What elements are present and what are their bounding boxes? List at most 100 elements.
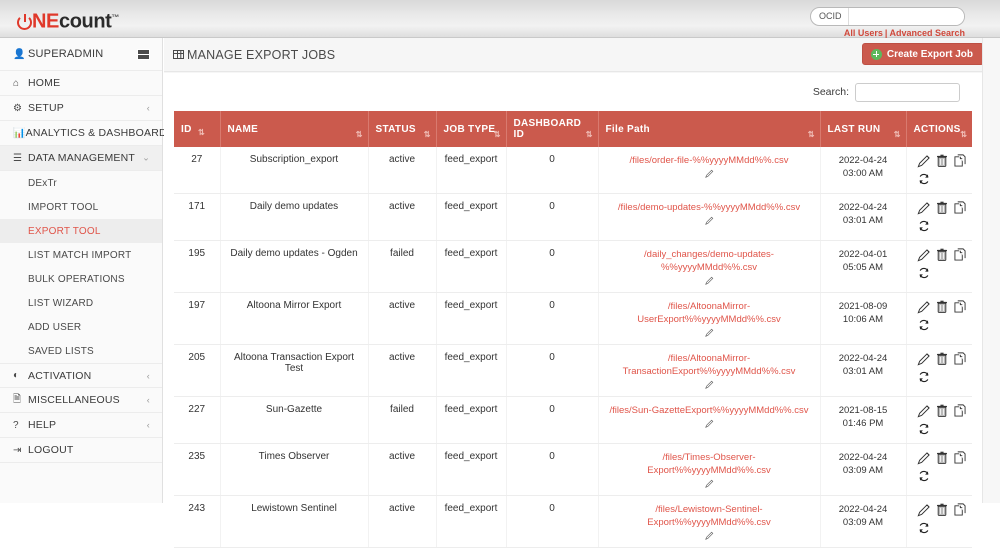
app-logo[interactable]: NEcount™ (17, 7, 119, 33)
run-icon[interactable] (917, 318, 931, 332)
delete-icon[interactable] (935, 154, 949, 168)
edit-file-path-icon[interactable] (704, 276, 714, 285)
file-path-link[interactable]: /files/order-file-%%yyyyMMdd%%.csv (605, 154, 814, 167)
sidebar-toggle-icon[interactable] (137, 49, 150, 60)
delete-icon[interactable] (935, 404, 949, 418)
sidebar-item-home[interactable]: ⌂ HOME (0, 71, 162, 96)
copy-icon[interactable] (953, 451, 967, 465)
table-row[interactable]: 235 Times Observer active feed_export 0/file… (174, 443, 972, 496)
copy-icon[interactable] (953, 201, 967, 215)
sidebar-item-miscellaneous[interactable]: 🗎 MISCELLANEOUS ‹ (0, 388, 162, 413)
sidebar-item-list-wizard[interactable]: LIST WIZARD (0, 291, 162, 315)
edit-file-path-icon[interactable] (704, 531, 714, 540)
run-icon[interactable] (917, 370, 931, 384)
global-search[interactable]: OCID (810, 7, 965, 26)
copy-icon[interactable] (953, 248, 967, 262)
cell-file-path: /files/demo-updates-%%yyyyMMdd%%.csv (598, 193, 821, 241)
sidebar-item-label: MISCELLANEOUS (28, 394, 120, 406)
all-users-link[interactable]: All Users (844, 28, 883, 38)
file-path-link[interactable]: /files/demo-updates-%%yyyyMMdd%%.csv (605, 201, 814, 214)
delete-icon[interactable] (935, 248, 949, 262)
edit-icon[interactable] (916, 248, 931, 262)
copy-icon[interactable] (953, 503, 967, 517)
page-title-text: MANAGE EXPORT JOBS (187, 47, 336, 62)
column-header-actions[interactable]: ACTIONS ⇅ (906, 111, 972, 147)
sidebar-item-help[interactable]: ? HELP ‹ (0, 413, 162, 438)
edit-file-path-icon[interactable] (704, 479, 714, 488)
sidebar-user-row[interactable]: 👤 SUPERADMIN (0, 38, 162, 71)
edit-icon[interactable] (916, 300, 931, 314)
sidebar-item-bulk-operations[interactable]: BULK OPERATIONS (0, 267, 162, 291)
run-icon[interactable] (917, 422, 931, 436)
edit-file-path-icon[interactable] (704, 169, 714, 178)
edit-file-path-icon[interactable] (704, 419, 714, 428)
sidebar-item-export-tool[interactable]: EXPORT TOOL (0, 219, 162, 243)
table-search-input[interactable] (855, 82, 960, 102)
copy-icon[interactable] (953, 352, 967, 366)
column-header-status[interactable]: STATUS ⇅ (368, 111, 437, 147)
sidebar-item-saved-lists[interactable]: SAVED LISTS (0, 339, 162, 363)
table-row[interactable]: 227 Sun-Gazette failed feed_export 0/files/S… (174, 396, 972, 444)
sidebar-item-list-match-import[interactable]: LIST MATCH IMPORT (0, 243, 162, 267)
advanced-search-link[interactable]: Advanced Search (889, 28, 965, 38)
cell-name: Altoona Mirror Export (220, 292, 369, 345)
run-icon[interactable] (917, 172, 931, 186)
table-row[interactable]: 171 Daily demo updates active feed_export 0 /… (174, 193, 972, 241)
column-label: STATUS (375, 123, 416, 135)
create-export-job-button[interactable]: Create Export Job (861, 43, 984, 65)
edit-file-path-icon[interactable] (704, 380, 714, 389)
table-row[interactable]: 27 Subscription_export active feed_export 0 /… (174, 147, 972, 194)
delete-icon[interactable] (935, 451, 949, 465)
delete-icon[interactable] (935, 352, 949, 366)
edit-icon[interactable] (916, 201, 931, 215)
table-row[interactable]: 197 Altoona Mirror Export active feed_expor… (174, 292, 972, 345)
run-icon[interactable] (917, 521, 931, 535)
cell-status: active (368, 344, 437, 397)
sidebar-item-label: ANALYTICS & DASHBOARD (25, 127, 167, 139)
cell-id: 227 (174, 396, 221, 444)
run-icon[interactable] (917, 469, 931, 483)
sidebar-item-activation[interactable]: ◐ ACTIVATION ‹ (0, 363, 162, 388)
file-path-link[interactable]: /files/Times-Observer-Export%%yyyyMMdd%%… (605, 451, 814, 477)
sidebar-item-logout[interactable]: ⇥ LOGOUT (0, 438, 162, 463)
copy-icon[interactable] (953, 300, 967, 314)
file-path-link[interactable]: /files/Lewistown-Sentinel-Export%%yyyyMM… (605, 503, 814, 529)
column-header-dashboard-id[interactable]: DASHBOARD ID ⇅ (506, 111, 599, 147)
sidebar-item-import-tool[interactable]: IMPORT TOOL (0, 195, 162, 219)
column-header-name[interactable]: NAME ⇅ (220, 111, 369, 147)
sidebar-item-dextr[interactable]: DExTr (0, 171, 162, 195)
copy-icon[interactable] (953, 404, 967, 418)
column-header-job-type[interactable]: JOB TYPE ⇅ (436, 111, 507, 147)
column-header-last-run[interactable]: LAST RUN ⇅ (820, 111, 907, 147)
search-input[interactable] (848, 8, 964, 25)
delete-icon[interactable] (935, 201, 949, 215)
sidebar-item-add-user[interactable]: ADD USER (0, 315, 162, 339)
question-icon: ? (13, 419, 19, 431)
delete-icon[interactable] (935, 503, 949, 517)
edit-icon[interactable] (916, 404, 931, 418)
run-icon[interactable] (917, 219, 931, 233)
file-path-link[interactable]: /daily_changes/demo-updates-%%yyyyMMdd%%… (605, 248, 814, 274)
chart-bar-icon: 📊 (13, 127, 26, 139)
column-label: NAME (227, 123, 259, 135)
edit-file-path-icon[interactable] (704, 328, 714, 337)
edit-icon[interactable] (916, 451, 931, 465)
table-row[interactable]: 243 Lewistown Sentinel active feed_export 0/… (174, 495, 972, 548)
sidebar-item-data-management[interactable]: ☰ DATA MANAGEMENT ⌄ (0, 146, 162, 171)
column-header-file-path[interactable]: File Path ⇅ (598, 111, 821, 147)
file-path-link[interactable]: /files/AltoonaMirror-TransactionExport%%… (605, 352, 814, 378)
table-row[interactable]: 205 Altoona Transaction Export Test active… (174, 344, 972, 397)
file-path-link[interactable]: /files/AltoonaMirror-UserExport%%yyyyMMd… (605, 300, 814, 326)
edit-icon[interactable] (916, 503, 931, 517)
edit-file-path-icon[interactable] (704, 216, 714, 225)
sidebar-item-analytics[interactable]: 📊 ANALYTICS & DASHBOARD ‹ (0, 121, 167, 146)
run-icon[interactable] (917, 266, 931, 280)
delete-icon[interactable] (935, 300, 949, 314)
edit-icon[interactable] (916, 352, 931, 366)
edit-icon[interactable] (916, 154, 931, 168)
sidebar-item-setup[interactable]: ⚙ SETUP ‹ (0, 96, 162, 121)
column-header-id[interactable]: ID ⇅ (174, 111, 221, 147)
file-path-link[interactable]: /files/Sun-GazetteExport%%yyyyMMdd%%.csv (605, 404, 814, 417)
copy-icon[interactable] (953, 154, 967, 168)
table-row[interactable]: 195 Daily demo updates - Ogden failed feed_… (174, 240, 972, 293)
